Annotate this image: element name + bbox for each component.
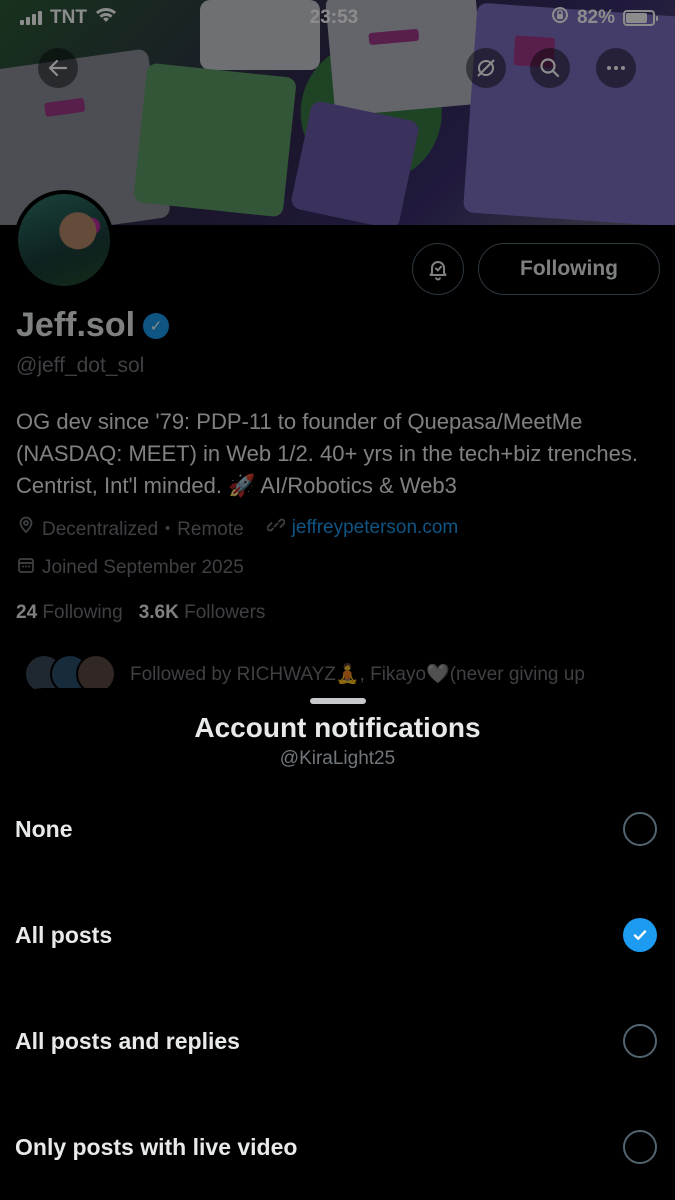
- sheet-subtitle: @KiraLight25: [279, 748, 396, 769]
- option-label: None: [15, 815, 73, 842]
- option-label: Only posts with live video: [15, 1133, 298, 1160]
- option-all-posts-and-replies[interactable]: All posts and replies: [0, 989, 675, 1093]
- option-all-posts[interactable]: All posts: [0, 883, 675, 987]
- sheet-title: Account notifications: [194, 712, 481, 743]
- radio-unchecked-icon[interactable]: [623, 1024, 657, 1058]
- option-live-video-only[interactable]: Only posts with live video: [0, 1095, 675, 1199]
- radio-unchecked-icon[interactable]: [623, 1130, 657, 1164]
- radio-unchecked-icon[interactable]: [623, 812, 657, 846]
- option-none[interactable]: None: [0, 777, 675, 881]
- option-label: All posts and replies: [15, 1027, 240, 1054]
- sheet-grabber[interactable]: [310, 698, 366, 704]
- radio-checked-icon[interactable]: [623, 918, 657, 952]
- option-label: All posts: [15, 921, 113, 948]
- account-notifications-sheet: Account notifications @KiraLight25 None …: [0, 688, 675, 1200]
